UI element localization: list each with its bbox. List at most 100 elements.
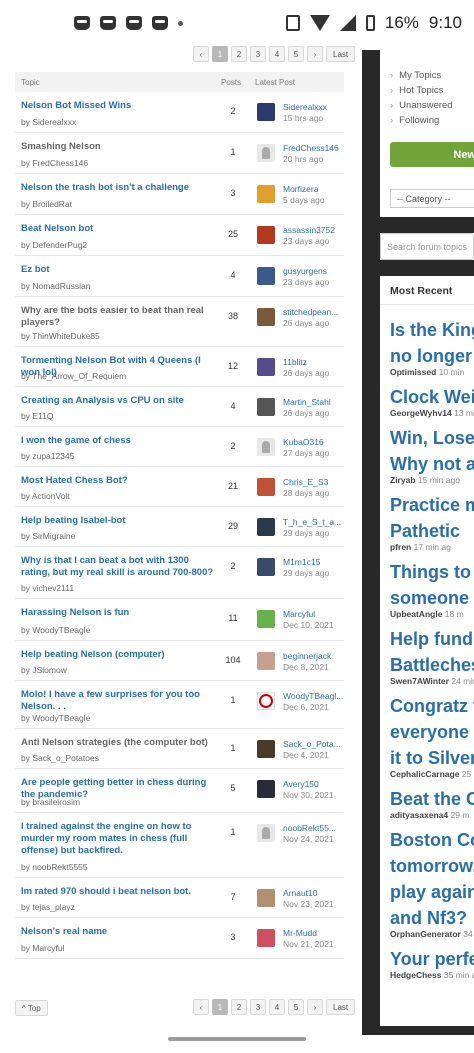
topic-title-link[interactable]: Ez bot bbox=[21, 264, 217, 276]
topic-title-link[interactable]: Nelson the trash bot isn't a challenge bbox=[21, 182, 217, 194]
latest-post-user[interactable]: 11blitz bbox=[283, 357, 307, 367]
last-page-button[interactable]: Last bbox=[326, 46, 356, 62]
recent-topic-link[interactable]: play again bbox=[390, 880, 474, 905]
table-row[interactable]: Nelson the trash bot isn't a challenge by… bbox=[15, 174, 344, 215]
category-select[interactable]: -- Category -- bbox=[390, 189, 474, 208]
table-row[interactable]: Anti Nelson strategies (the computer bot… bbox=[15, 729, 344, 769]
avatar[interactable] bbox=[257, 780, 275, 798]
back-to-top-button[interactable]: ^ Top bbox=[15, 1000, 48, 1016]
topic-author[interactable]: by BroiledRat bbox=[21, 199, 72, 209]
table-row[interactable]: Nelson Bot Missed Wins by Siderealxxx 2 Sid… bbox=[15, 92, 344, 133]
page-2-button[interactable]: 2 bbox=[231, 46, 247, 62]
topic-title-link[interactable]: Help beating Isabel-bot bbox=[21, 515, 217, 527]
recent-topic-link[interactable]: Beat the C bbox=[390, 787, 474, 812]
table-row[interactable]: I trained against the engine on how to m… bbox=[15, 813, 344, 878]
topic-author[interactable]: by ActionVolt bbox=[21, 491, 70, 501]
recent-topic-user[interactable]: Optimissed bbox=[390, 367, 436, 377]
topic-title-link[interactable]: I trained against the engine on how to m… bbox=[21, 821, 217, 857]
latest-post-user[interactable]: WoodyTBeagl... bbox=[283, 691, 343, 701]
topic-author[interactable]: by tejas_playz bbox=[21, 902, 75, 912]
avatar[interactable] bbox=[257, 610, 275, 628]
recent-topic-link[interactable]: no longer t bbox=[390, 344, 474, 369]
topic-title-link[interactable]: Harassing Nelson is fun bbox=[21, 607, 217, 619]
page-4-button[interactable]: 4 bbox=[269, 999, 285, 1015]
topic-author[interactable]: by NomadRussian bbox=[21, 281, 90, 291]
topic-author[interactable]: by noobRekt5555 bbox=[21, 862, 88, 872]
topic-title-link[interactable]: Creating an Analysis vs CPU on site bbox=[21, 395, 217, 407]
latest-post-user[interactable]: Chris_E_S3 bbox=[283, 477, 328, 487]
avatar[interactable] bbox=[257, 185, 275, 203]
recent-topic-link[interactable]: and Nf3? bbox=[390, 906, 467, 931]
table-row[interactable]: Harassing Nelson is fun by WoodyTBeagle 11… bbox=[15, 599, 344, 641]
table-row[interactable]: Help beating Nelson (computer) by JSlomow… bbox=[15, 641, 344, 681]
table-row[interactable]: Im rated 970 should i beat nelson bot. by… bbox=[15, 878, 344, 918]
avatar[interactable] bbox=[257, 144, 275, 162]
avatar[interactable] bbox=[257, 267, 275, 285]
table-row[interactable]: Smashing Nelson by FredChess146 1 FredChess… bbox=[15, 133, 344, 174]
avatar[interactable] bbox=[257, 740, 275, 758]
recent-topic-link[interactable]: Things to l bbox=[390, 560, 474, 585]
recent-topic-link[interactable]: Boston Co bbox=[390, 828, 474, 853]
recent-topic-link[interactable]: Help fund bbox=[390, 627, 473, 652]
page-5-button[interactable]: 5 bbox=[288, 46, 304, 62]
topic-title-link[interactable]: Molo! I have a few surprises for you too… bbox=[21, 689, 217, 713]
topic-title-link[interactable]: Most Hated Chess Bot? bbox=[21, 475, 217, 487]
topic-author[interactable]: by FredChess146 bbox=[21, 158, 88, 168]
latest-post-user[interactable]: T_h_e_S_t_a... bbox=[283, 517, 341, 527]
table-row[interactable]: Molo! I have a few surprises for you too… bbox=[15, 681, 344, 729]
recent-topic-user[interactable]: GeorgeWyhv14 bbox=[390, 408, 452, 418]
topic-author[interactable]: by SirMigraine bbox=[21, 531, 75, 541]
table-row[interactable]: Ez bot by NomadRussian 4 gusyurgens 23 days … bbox=[15, 256, 344, 297]
avatar[interactable] bbox=[257, 103, 275, 121]
latest-post-user[interactable]: noobRekt55... bbox=[283, 823, 336, 833]
table-row[interactable]: Beat Nelson bot by DefenderPug2 25 assassin… bbox=[15, 215, 344, 256]
topic-title-link[interactable]: Anti Nelson strategies (the computer bot… bbox=[21, 737, 217, 749]
recent-topic-link[interactable]: tomorrow, bbox=[390, 854, 474, 879]
prev-page-button[interactable]: ‹ bbox=[193, 46, 209, 62]
topic-title-link[interactable]: Help beating Nelson (computer) bbox=[21, 649, 217, 661]
latest-post-user[interactable]: M1m1c15 bbox=[283, 557, 320, 567]
unanswered-link[interactable]: Unanswered bbox=[390, 100, 452, 111]
recent-topic-link[interactable]: it to Silver bbox=[390, 746, 474, 771]
avatar[interactable] bbox=[257, 226, 275, 244]
topic-author[interactable]: by Siderealxxx bbox=[21, 117, 76, 127]
topic-author[interactable]: by WoodyTBeagle bbox=[21, 713, 90, 723]
gesture-nav-bar[interactable] bbox=[168, 1037, 306, 1041]
topic-title-link[interactable]: Why are the bots easier to beat than rea… bbox=[21, 305, 217, 329]
topic-author[interactable]: by JSlomow bbox=[21, 665, 67, 675]
avatar[interactable] bbox=[257, 558, 275, 576]
latest-post-user[interactable]: KubaO316 bbox=[283, 437, 324, 447]
recent-topic-user[interactable]: UpbeatAngle bbox=[390, 609, 442, 619]
topic-author[interactable]: by The_Arrow_Of_Requiem bbox=[21, 371, 126, 381]
avatar[interactable] bbox=[257, 692, 275, 710]
recent-topic-user[interactable]: Ziryab bbox=[390, 475, 416, 485]
latest-post-user[interactable]: gusyurgens bbox=[283, 266, 327, 276]
recent-topic-user[interactable]: HedgeChess bbox=[390, 970, 442, 980]
hot-topics-link[interactable]: Hot Topics bbox=[390, 85, 443, 96]
recent-topic-user[interactable]: pfren bbox=[390, 542, 411, 552]
table-row[interactable]: Most Hated Chess Bot? by ActionVolt 21 Chri… bbox=[15, 467, 344, 507]
table-row[interactable]: Creating an Analysis vs CPU on site by E1… bbox=[15, 387, 344, 427]
recent-topic-link[interactable]: Why not a bbox=[390, 452, 474, 477]
page-2-button[interactable]: 2 bbox=[231, 999, 247, 1015]
recent-topic-user[interactable]: Swen7AWinter bbox=[390, 676, 449, 686]
recent-topic-user[interactable]: CephalicCarnage bbox=[390, 769, 459, 779]
latest-post-user[interactable]: beginnerjack bbox=[283, 651, 331, 661]
new-topic-button[interactable]: New bbox=[390, 142, 474, 167]
page-4-button[interactable]: 4 bbox=[269, 46, 285, 62]
recent-topic-link[interactable]: everyone w bbox=[390, 720, 474, 745]
recent-topic-link[interactable]: Is the King bbox=[390, 318, 474, 343]
topic-author[interactable]: by WoodyTBeagle bbox=[21, 625, 90, 635]
avatar[interactable] bbox=[257, 308, 275, 326]
table-row[interactable]: I won the game of chess by zupa12345 2 Kuba… bbox=[15, 427, 344, 467]
my-topics-link[interactable]: My Topics bbox=[390, 70, 441, 81]
topic-title-link[interactable]: Why is that I can beat a bot with 1300 r… bbox=[21, 555, 217, 579]
latest-post-user[interactable]: Avery150 bbox=[283, 779, 319, 789]
avatar[interactable] bbox=[257, 652, 275, 670]
table-row[interactable]: Are people getting better in chess durin… bbox=[15, 769, 344, 813]
latest-post-user[interactable]: Morfizera bbox=[283, 184, 318, 194]
recent-topic-link[interactable]: Win, Lose bbox=[390, 426, 474, 451]
latest-post-user[interactable]: Arnaut10 bbox=[283, 888, 318, 898]
recent-topic-link[interactable]: Battleches bbox=[390, 653, 474, 678]
topic-title-link[interactable]: Nelson's real name bbox=[21, 926, 217, 938]
